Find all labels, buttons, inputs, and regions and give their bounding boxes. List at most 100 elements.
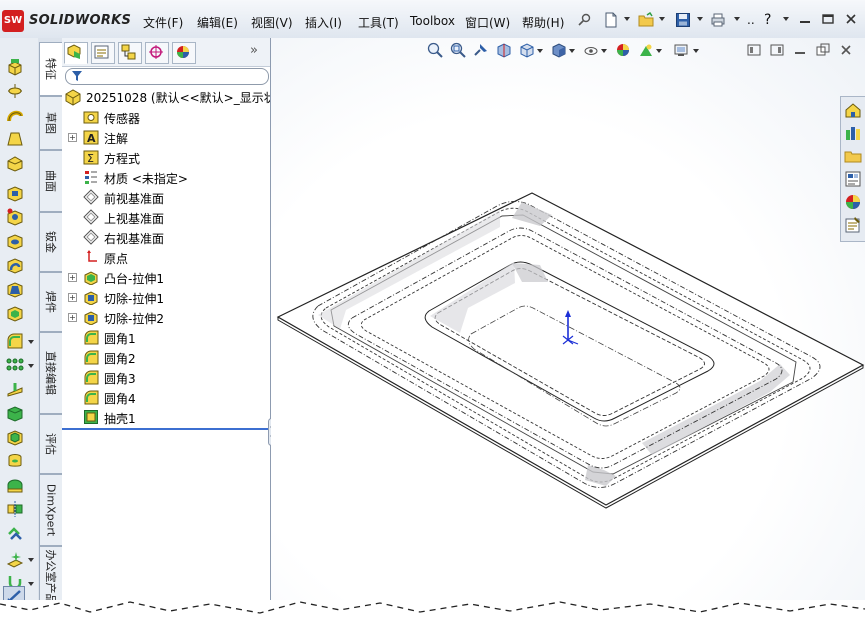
hide-show-dropdown-arrow[interactable] bbox=[601, 49, 607, 53]
lofted-boss-icon[interactable] bbox=[6, 130, 24, 148]
menu-edit[interactable]: 编辑(E) bbox=[197, 14, 238, 31]
tab-direct-editing[interactable]: 直接编辑 bbox=[39, 332, 62, 414]
print-icon[interactable] bbox=[710, 12, 726, 28]
tab-sheet-metal[interactable]: 钣金 bbox=[39, 212, 62, 272]
boundary-boss-icon[interactable] bbox=[6, 154, 24, 172]
display-style-icon[interactable] bbox=[551, 42, 567, 58]
view-palette-icon[interactable] bbox=[844, 170, 862, 188]
dimxpertmanager-tab[interactable] bbox=[145, 42, 169, 64]
viewport-tile-horizontal-icon[interactable] bbox=[747, 43, 761, 57]
open-dropdown-arrow[interactable] bbox=[659, 17, 665, 21]
tree-item[interactable]: 材质 <未指定> bbox=[62, 168, 268, 186]
menu-file[interactable]: 文件(F) bbox=[143, 14, 183, 31]
rollback-bar[interactable] bbox=[62, 428, 268, 430]
design-library-icon[interactable] bbox=[844, 124, 862, 142]
swept-boss-icon[interactable] bbox=[6, 106, 24, 124]
tree-item[interactable]: + 切除-拉伸2 bbox=[62, 308, 268, 326]
reference-geometry-icon[interactable] bbox=[6, 550, 24, 568]
expand-toggle[interactable]: + bbox=[68, 273, 77, 282]
expand-toggle[interactable]: + bbox=[68, 133, 77, 142]
apply-scene-icon[interactable] bbox=[638, 42, 654, 58]
reference-geometry-dropdown-arrow[interactable] bbox=[28, 558, 34, 562]
move-copy-icon[interactable] bbox=[6, 524, 24, 542]
viewport-tile-vertical-icon[interactable] bbox=[770, 43, 784, 57]
view-settings-icon[interactable] bbox=[673, 42, 689, 58]
zoom-to-fit-icon[interactable] bbox=[427, 42, 443, 58]
dots-icon[interactable]: .. bbox=[747, 13, 755, 27]
appearances-icon[interactable] bbox=[844, 193, 862, 211]
tree-item[interactable]: Σ 方程式 bbox=[62, 148, 268, 166]
solidworks-resources-icon[interactable] bbox=[844, 101, 862, 119]
hole-wizard-icon[interactable] bbox=[6, 208, 24, 226]
view-orientation-dropdown-arrow[interactable] bbox=[537, 49, 543, 53]
tab-dimxpert[interactable]: DimXpert bbox=[39, 474, 62, 546]
viewport-restore-icon[interactable] bbox=[816, 43, 830, 57]
extruded-cut-icon[interactable] bbox=[6, 184, 24, 202]
curves-dropdown-arrow[interactable] bbox=[28, 582, 34, 586]
tree-item[interactable]: 前视基准面 bbox=[62, 188, 268, 206]
tree-root-part[interactable]: 20251028 (默认<<默认>_显示状 bbox=[64, 88, 270, 106]
mirror-icon[interactable] bbox=[6, 500, 24, 518]
displaymanager-tab[interactable] bbox=[172, 42, 196, 64]
section-view-icon[interactable] bbox=[496, 42, 512, 58]
custom-properties-icon[interactable] bbox=[844, 216, 862, 234]
help-icon[interactable]: ? bbox=[764, 12, 771, 28]
extruded-boss-icon[interactable] bbox=[6, 58, 24, 76]
boundary-cut-icon[interactable] bbox=[6, 304, 24, 322]
linear-pattern-icon[interactable] bbox=[6, 356, 24, 374]
save-icon[interactable] bbox=[675, 12, 691, 28]
print-dropdown-arrow[interactable] bbox=[734, 17, 740, 21]
apply-scene-dropdown-arrow[interactable] bbox=[656, 49, 662, 53]
restore-icon[interactable] bbox=[821, 13, 835, 25]
file-explorer-icon[interactable] bbox=[844, 147, 862, 165]
propertymanager-tab[interactable] bbox=[91, 42, 115, 64]
menu-window[interactable]: 窗口(W) bbox=[465, 14, 510, 31]
display-style-dropdown-arrow[interactable] bbox=[569, 49, 575, 53]
more-tabs-button[interactable]: » bbox=[250, 43, 258, 58]
rib-icon[interactable] bbox=[6, 380, 24, 398]
expand-toggle[interactable]: + bbox=[68, 313, 77, 322]
solidworks-logo[interactable]: SW SOLIDWORKS bbox=[2, 10, 132, 34]
minimize-icon[interactable] bbox=[798, 13, 812, 25]
tab-weldments[interactable]: 焊件 bbox=[39, 272, 62, 332]
tree-item[interactable]: 传感器 bbox=[62, 108, 268, 126]
menu-insert[interactable]: 插入(I) bbox=[305, 14, 342, 31]
tab-surfaces[interactable]: 曲面 bbox=[39, 150, 62, 212]
pin-icon[interactable] bbox=[577, 12, 593, 28]
open-icon[interactable] bbox=[638, 12, 654, 28]
pattern-dropdown-arrow[interactable] bbox=[28, 364, 34, 368]
tree-item[interactable]: 上视基准面 bbox=[62, 208, 268, 226]
tab-office-products[interactable]: 办公室产品 bbox=[39, 546, 62, 608]
draft-icon[interactable] bbox=[6, 404, 24, 422]
fillet-dropdown-arrow[interactable] bbox=[28, 340, 34, 344]
tree-item[interactable]: 圆角2 bbox=[62, 348, 268, 366]
tree-item[interactable]: 原点 bbox=[62, 248, 268, 266]
viewport-close-icon[interactable] bbox=[839, 43, 853, 57]
save-dropdown-arrow[interactable] bbox=[697, 17, 703, 21]
dome-icon[interactable] bbox=[6, 476, 24, 494]
fillet-icon[interactable] bbox=[6, 332, 24, 350]
tree-item[interactable]: 圆角4 bbox=[62, 388, 268, 406]
close-icon[interactable] bbox=[844, 13, 858, 25]
new-document-icon[interactable] bbox=[603, 12, 619, 28]
view-orientation-icon[interactable] bbox=[519, 42, 535, 58]
revolved-cut-icon[interactable] bbox=[6, 232, 24, 250]
feature-filter-input[interactable] bbox=[65, 68, 269, 85]
new-dropdown-arrow[interactable] bbox=[624, 17, 630, 21]
tab-sketch[interactable]: 草图 bbox=[39, 96, 62, 150]
viewport-minimize-icon[interactable] bbox=[793, 43, 807, 57]
model-drawing[interactable] bbox=[271, 38, 865, 608]
edit-appearance-icon[interactable] bbox=[615, 42, 631, 58]
revolved-boss-icon[interactable] bbox=[6, 82, 24, 100]
wrap-icon[interactable] bbox=[6, 452, 24, 470]
tree-item[interactable]: 抽壳1 bbox=[62, 408, 268, 426]
help-dropdown-arrow[interactable] bbox=[783, 17, 789, 21]
tab-evaluate[interactable]: 评估 bbox=[39, 414, 62, 474]
shell-icon[interactable] bbox=[6, 428, 24, 446]
tree-item[interactable]: + 凸台-拉伸1 bbox=[62, 268, 268, 286]
menu-tools[interactable]: 工具(T) bbox=[358, 14, 399, 31]
configurationmanager-tab[interactable] bbox=[118, 42, 142, 64]
lofted-cut-icon[interactable] bbox=[6, 280, 24, 298]
tree-item[interactable]: 右视基准面 bbox=[62, 228, 268, 246]
menu-help[interactable]: 帮助(H) bbox=[522, 14, 564, 31]
